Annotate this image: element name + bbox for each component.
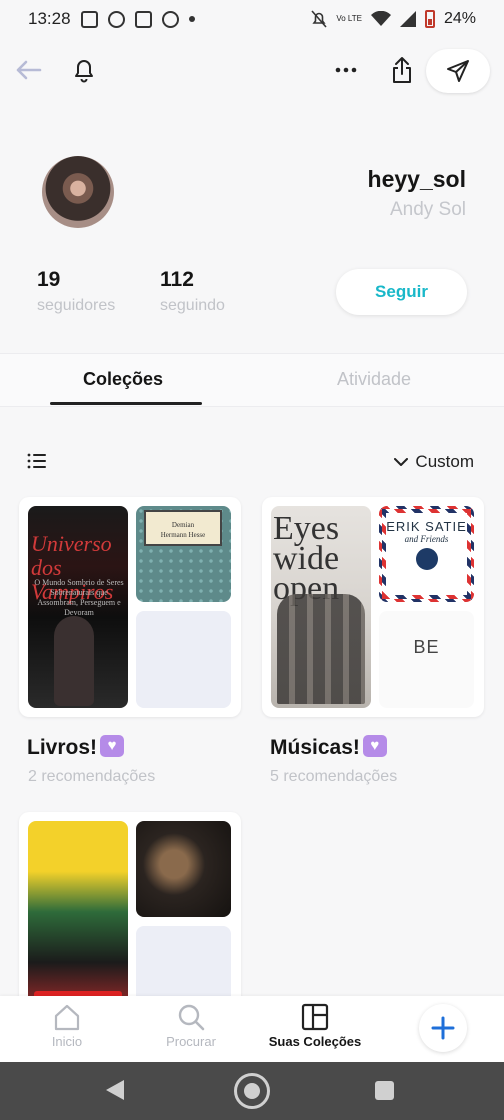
followers-label: seguidores: [37, 297, 116, 314]
tab-collections[interactable]: Coleções: [83, 369, 163, 390]
collection-title[interactable]: Livros!: [27, 735, 125, 760]
notifications-button[interactable]: [66, 52, 102, 88]
nav-your-collections[interactable]: Suas Coleções: [260, 1002, 370, 1049]
bell-icon: [75, 60, 93, 83]
bottom-navigation: Inicio Procurar Suas Coleções: [0, 996, 504, 1062]
collection-card-musicas[interactable]: Eyes wide open ERIK SATIE and Friends BE: [262, 497, 484, 717]
app-notification-icon: [161, 10, 179, 28]
top-action-bar: [0, 44, 504, 100]
active-tab-indicator: [50, 402, 202, 405]
book-cover-vampiros: Universo dos Vampiros O Mundo Sombrio de…: [28, 506, 128, 708]
cover-subtitle: and Friends: [404, 534, 449, 544]
book-cover-demian: Demian Hermann Hesse: [136, 506, 231, 602]
purple-heart-icon: [362, 735, 387, 757]
arrow-left-icon: [16, 60, 42, 80]
follow-button[interactable]: Seguir: [336, 269, 467, 315]
album-cover-erik-satie: ERIK SATIE and Friends: [379, 506, 474, 602]
add-button[interactable]: [419, 1004, 467, 1052]
cover-title: Demian: [171, 521, 195, 529]
nav-search[interactable]: Procurar: [136, 1002, 246, 1049]
lte-icon: Vo LTE: [336, 14, 362, 23]
image-notification-icon: [80, 10, 98, 28]
purple-heart-icon: [100, 735, 125, 757]
status-bar: 13:28 Vo LTE 24%: [0, 0, 504, 38]
plus-icon: [431, 1016, 455, 1040]
cover-group-photo: [277, 594, 365, 704]
battery-icon: [424, 10, 435, 28]
following-stat[interactable]: 112 seguindo: [160, 268, 225, 315]
list-view-button[interactable]: [27, 452, 47, 472]
more-horizontal-icon: [335, 67, 357, 73]
empty-cover-slot: [136, 611, 231, 708]
collection-count: 5 recomendações: [270, 768, 398, 785]
status-time: 13:28: [28, 9, 71, 28]
system-recents-button[interactable]: [375, 1081, 394, 1100]
nav-home-label: Inicio: [51, 1034, 83, 1049]
album-cover-eyes-wide-open: Eyes wide open: [271, 506, 371, 708]
system-home-button[interactable]: [234, 1073, 270, 1109]
nav-collections-label: Suas Coleções: [268, 1034, 362, 1049]
battery-percent: 24%: [443, 10, 476, 27]
system-back-button[interactable]: [106, 1080, 124, 1100]
sort-label: Custom: [415, 452, 474, 471]
cover-subtitle: O Mundo Sombrio de Seres Sobrenaturais q…: [34, 578, 124, 617]
share-icon: [393, 57, 411, 83]
signal-icon: [399, 11, 416, 27]
collection-count: 2 recomendações: [28, 768, 156, 785]
paper-plane-icon: [447, 60, 469, 82]
collections-grid-icon: [301, 1003, 329, 1031]
cover-title: Eyes wide open: [273, 510, 340, 607]
display-name: Andy Sol: [389, 199, 466, 220]
mute-icon: [311, 10, 327, 28]
news-notification-icon: [134, 10, 152, 28]
more-options-button[interactable]: [330, 52, 362, 88]
share-button[interactable]: [384, 52, 420, 88]
send-message-button[interactable]: [426, 49, 490, 93]
collection-title[interactable]: Músicas!: [270, 735, 387, 760]
back-button[interactable]: [10, 52, 46, 88]
following-label: seguindo: [160, 297, 225, 314]
nav-search-label: Procurar: [166, 1034, 216, 1049]
profile-tabs: Coleções Atividade: [0, 353, 504, 407]
list-icon: [27, 453, 46, 469]
search-icon: [178, 1004, 205, 1031]
followers-stat[interactable]: 19 seguidores: [37, 268, 115, 315]
chevron-down-icon: [394, 457, 409, 466]
cover-author: Hermann Hesse: [160, 531, 206, 539]
whatsapp-icon: [107, 10, 125, 28]
cover-title: ERIK SATIE: [386, 519, 467, 534]
followers-count: 19: [37, 268, 61, 291]
sort-dropdown[interactable]: Custom: [394, 452, 474, 472]
cover-figure: [54, 616, 94, 706]
following-count: 112: [160, 268, 194, 291]
cover-title: BE: [413, 637, 440, 657]
avatar[interactable]: [42, 156, 114, 228]
album-cover-be: BE: [379, 611, 474, 708]
system-navigation-bar: [0, 1062, 504, 1120]
wifi-icon: [370, 11, 391, 26]
collection-card-livros[interactable]: Universo dos Vampiros O Mundo Sombrio de…: [19, 497, 241, 717]
cover-my-hero-academia: MY HERO ACADEMIA: [28, 821, 128, 1023]
cover-dark-artwork: [136, 821, 231, 917]
nav-home[interactable]: Inicio: [12, 1002, 122, 1049]
username: heyy_sol: [367, 166, 466, 192]
tab-activity[interactable]: Atividade: [337, 369, 411, 390]
home-icon: [54, 1004, 80, 1031]
cover-portrait: [415, 548, 438, 570]
more-notifications-icon: [188, 16, 195, 22]
